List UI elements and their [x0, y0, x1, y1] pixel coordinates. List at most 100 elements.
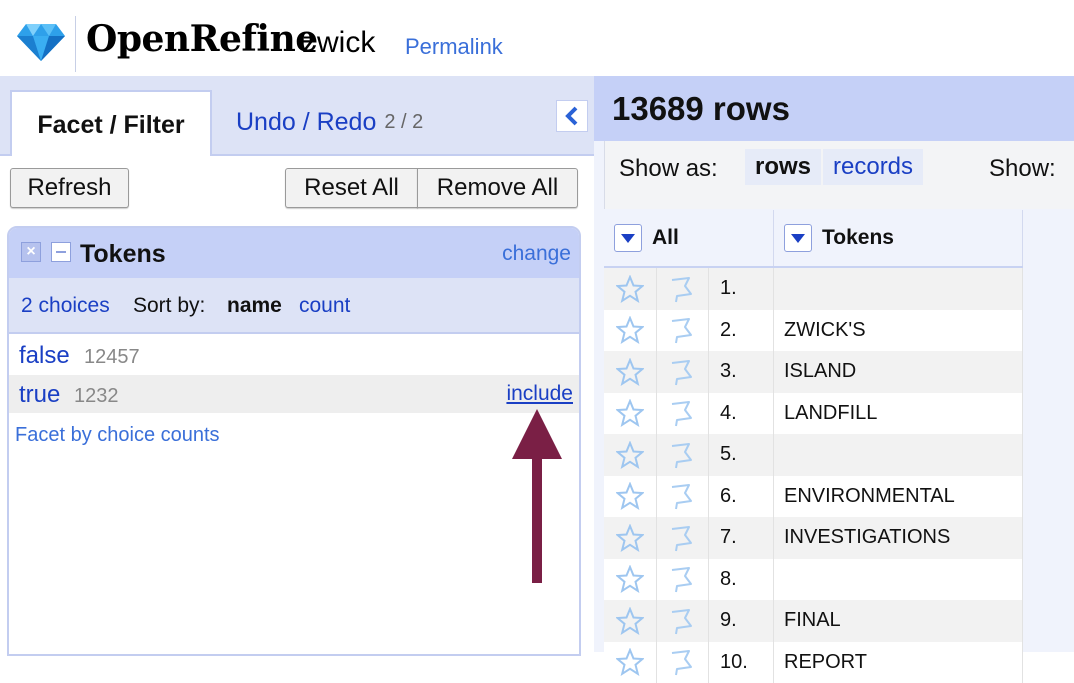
tab-facet-filter[interactable]: Facet / Filter [10, 90, 212, 158]
token-cell[interactable] [774, 268, 1023, 310]
flag-icon[interactable] [656, 476, 709, 518]
row-index: 1. [708, 268, 774, 310]
table-row[interactable]: 3.ISLAND [604, 351, 1023, 393]
star-icon[interactable] [604, 517, 657, 559]
choices-count-link[interactable]: 2 choices [21, 294, 110, 318]
token-cell[interactable]: INVESTIGATIONS [774, 517, 1023, 559]
table-row[interactable]: 10.REPORT [604, 642, 1023, 683]
row-index: 7. [708, 517, 774, 559]
sort-by-label: Sort by: [133, 294, 205, 318]
column-header-tokens[interactable]: Tokens [774, 210, 1023, 266]
sort-by-name[interactable]: name [227, 294, 282, 318]
table-row[interactable]: 4.LANDFILL [604, 393, 1023, 435]
view-mode-bar: Show as: rows records Show: [604, 141, 1074, 209]
openrefine-diamond-logo-icon[interactable] [16, 22, 66, 62]
star-icon[interactable] [604, 351, 657, 393]
star-icon[interactable] [604, 268, 657, 310]
facet-name: Tokens [80, 240, 166, 269]
flag-icon[interactable] [656, 268, 709, 310]
table-row[interactable]: 7.INVESTIGATIONS [604, 517, 1023, 559]
refresh-button[interactable]: Refresh [10, 168, 129, 208]
table-row[interactable]: 8. [604, 559, 1023, 601]
project-name[interactable]: zwick [302, 26, 375, 60]
choice-name[interactable]: true [19, 381, 60, 409]
undo-redo-count: 2 / 2 [384, 111, 423, 134]
row-index: 6. [708, 476, 774, 518]
minimize-facet-icon[interactable] [51, 242, 71, 262]
row-index: 5. [708, 434, 774, 476]
token-cell[interactable]: ISLAND [774, 351, 1023, 393]
row-index: 9. [708, 600, 774, 642]
facet-choice-true[interactable]: true 1232 include [9, 375, 581, 413]
column-header-all[interactable]: All [604, 210, 774, 266]
row-index: 4. [708, 393, 774, 435]
choice-count: 12457 [84, 346, 140, 369]
table-row[interactable]: 5. [604, 434, 1023, 476]
remove-all-button[interactable]: Remove All [417, 168, 578, 208]
annotation-arrow-icon [510, 407, 564, 585]
column-dropdown-icon[interactable] [614, 224, 642, 252]
app-logo-text[interactable]: OpenRefine [86, 18, 318, 60]
star-icon[interactable] [604, 393, 657, 435]
token-cell[interactable] [774, 559, 1023, 601]
token-cell[interactable]: FINAL [774, 600, 1023, 642]
close-facet-icon[interactable]: × [21, 242, 41, 262]
facet-by-choice-counts-link[interactable]: Facet by choice counts [15, 424, 220, 447]
flag-icon[interactable] [656, 351, 709, 393]
token-cell[interactable]: ENVIRONMENTAL [774, 476, 1023, 518]
star-icon[interactable] [604, 642, 657, 683]
row-count: 13689 rows [612, 90, 790, 128]
table-row[interactable]: 6.ENVIRONMENTAL [604, 476, 1023, 518]
facet-controls: 2 choices Sort by: name count [9, 278, 581, 334]
flag-icon[interactable] [656, 310, 709, 352]
token-cell[interactable]: LANDFILL [774, 393, 1023, 435]
logo-divider [75, 16, 76, 72]
tab-undo-redo-label: Undo / Redo [236, 108, 376, 137]
include-link[interactable]: include [506, 382, 573, 406]
column-label: All [652, 226, 679, 250]
collapse-panel-button[interactable] [556, 100, 588, 132]
reset-all-button[interactable]: Reset All [285, 168, 418, 208]
table-row[interactable]: 2.ZWICK'S [604, 310, 1023, 352]
app-header: OpenRefine zwick Permalink [0, 0, 1074, 76]
data-header: 13689 rows [594, 76, 1074, 141]
facet-title-bar: × Tokens change [9, 228, 581, 278]
chevron-left-icon [564, 106, 580, 126]
left-panel: Facet / Filter Undo / Redo 2 / 2 Refresh… [0, 76, 594, 652]
flag-icon[interactable] [656, 559, 709, 601]
token-cell[interactable] [774, 434, 1023, 476]
left-tab-bar: Facet / Filter Undo / Redo 2 / 2 [0, 76, 594, 156]
flag-icon[interactable] [656, 434, 709, 476]
mode-records-link[interactable]: records [823, 149, 923, 185]
star-icon[interactable] [604, 310, 657, 352]
row-index: 10. [708, 642, 774, 683]
token-cell[interactable]: REPORT [774, 642, 1023, 683]
mode-rows-button[interactable]: rows [745, 149, 821, 185]
facet-change-link[interactable]: change [502, 242, 571, 266]
table-row[interactable]: 1. [604, 268, 1023, 310]
star-icon[interactable] [604, 476, 657, 518]
sort-by-count-link[interactable]: count [299, 294, 350, 318]
permalink-link[interactable]: Permalink [405, 34, 503, 60]
star-icon[interactable] [604, 600, 657, 642]
facet-panel-body: Refresh Reset All Remove All × Tokens ch… [0, 156, 594, 652]
tokens-facet: × Tokens change 2 choices Sort by: name … [7, 226, 581, 656]
column-label: Tokens [822, 226, 894, 250]
flag-icon[interactable] [656, 393, 709, 435]
flag-icon[interactable] [656, 642, 709, 683]
table-header: All Tokens [604, 210, 1023, 268]
table-row[interactable]: 9.FINAL [604, 600, 1023, 642]
column-dropdown-icon[interactable] [784, 224, 812, 252]
tab-undo-redo[interactable]: Undo / Redo 2 / 2 [236, 90, 423, 154]
star-icon[interactable] [604, 434, 657, 476]
show-as-label: Show as: [619, 155, 718, 183]
row-index: 2. [708, 310, 774, 352]
data-panel: 13689 rows Show as: rows records Show: A… [594, 76, 1074, 652]
star-icon[interactable] [604, 559, 657, 601]
choice-name[interactable]: false [19, 342, 70, 370]
facet-choice-false[interactable]: false 12457 [9, 336, 581, 374]
flag-icon[interactable] [656, 600, 709, 642]
token-cell[interactable]: ZWICK'S [774, 310, 1023, 352]
flag-icon[interactable] [656, 517, 709, 559]
row-index: 3. [708, 351, 774, 393]
